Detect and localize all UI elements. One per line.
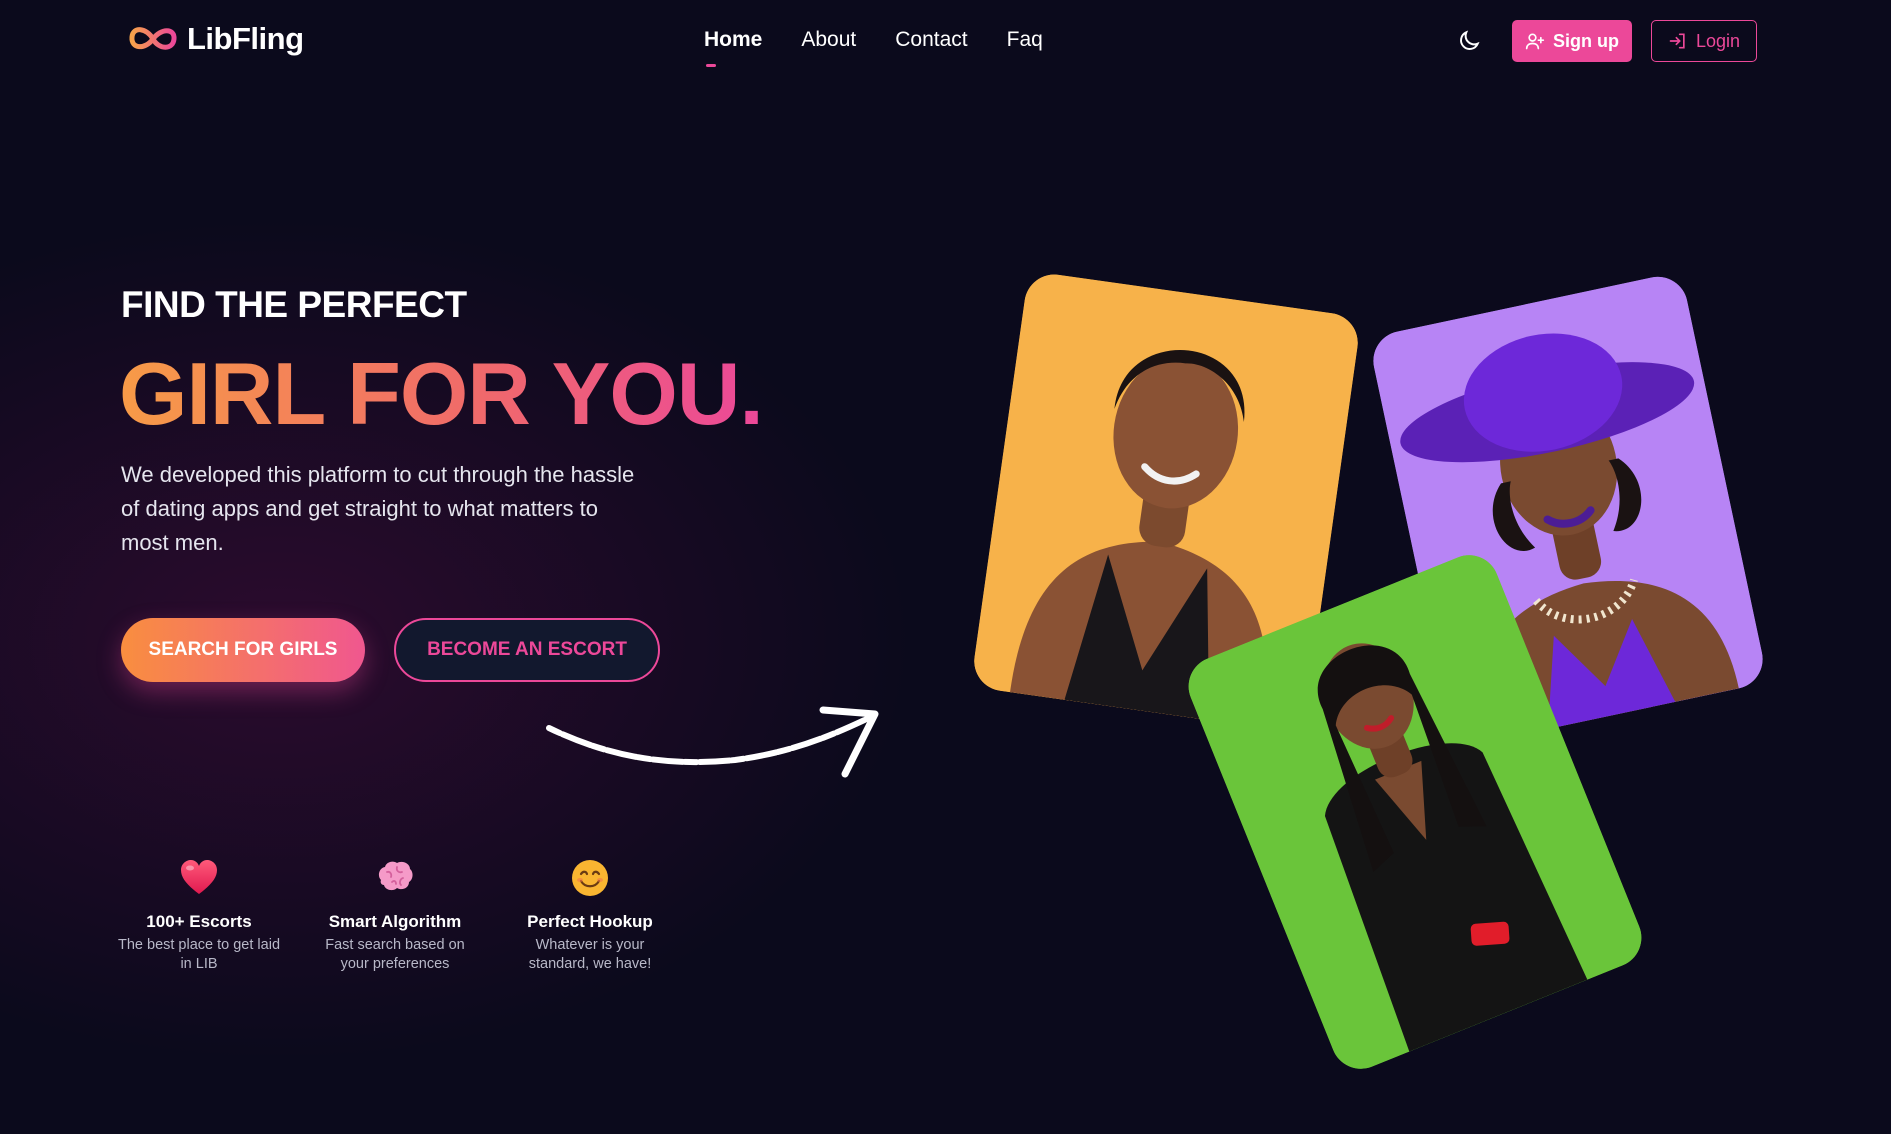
signup-button[interactable]: Sign up xyxy=(1512,20,1632,62)
hero-description: We developed this platform to cut throug… xyxy=(121,462,635,555)
brand-logo[interactable]: LibFling xyxy=(127,21,304,57)
hero-kicker: FIND THE PERFECT xyxy=(121,284,467,325)
feature-algorithm: Smart Algorithm Fast search based on you… xyxy=(310,858,480,974)
nav-about[interactable]: About xyxy=(801,28,856,52)
curved-arrow-icon xyxy=(546,706,879,778)
nav-active-indicator xyxy=(706,64,716,67)
brand-name: LibFling xyxy=(187,21,304,56)
hero-title: GIRL FOR YOU. xyxy=(119,344,764,443)
brain-icon xyxy=(378,861,413,891)
feature-title: Perfect Hookup xyxy=(527,912,653,931)
nav-home[interactable]: Home xyxy=(704,28,762,67)
feature-escorts: 100+ Escorts The best place to get laid … xyxy=(114,858,284,974)
infinity-logo-icon xyxy=(129,27,177,50)
search-girls-button[interactable]: SEARCH FOR GIRLS xyxy=(121,618,365,682)
login-button[interactable]: Login xyxy=(1651,20,1757,62)
login-arrow-icon xyxy=(1669,33,1685,49)
feature-desc: Whatever is your standard, we have! xyxy=(528,937,652,972)
main-nav: Home About Contact Faq xyxy=(704,28,1043,67)
moon-icon[interactable] xyxy=(1456,28,1482,54)
heart-icon xyxy=(181,860,217,894)
feature-desc: The best place to get laid in LIB xyxy=(117,937,281,972)
nav-contact[interactable]: Contact xyxy=(895,28,967,52)
login-label: Login xyxy=(1695,30,1741,51)
nav-faq[interactable]: Faq xyxy=(1007,28,1043,52)
feature-title: 100+ Escorts xyxy=(146,912,252,931)
feature-desc: Fast search based on your preferences xyxy=(325,937,465,972)
signup-label: Sign up xyxy=(1553,30,1619,51)
feature-hookup: Perfect Hookup Whatever is your standard… xyxy=(505,858,675,974)
smile-icon xyxy=(572,860,608,896)
feature-title: Smart Algorithm xyxy=(328,912,462,931)
user-plus-icon xyxy=(1525,33,1545,50)
become-escort-button[interactable]: BECOME AN ESCORT xyxy=(394,618,660,682)
